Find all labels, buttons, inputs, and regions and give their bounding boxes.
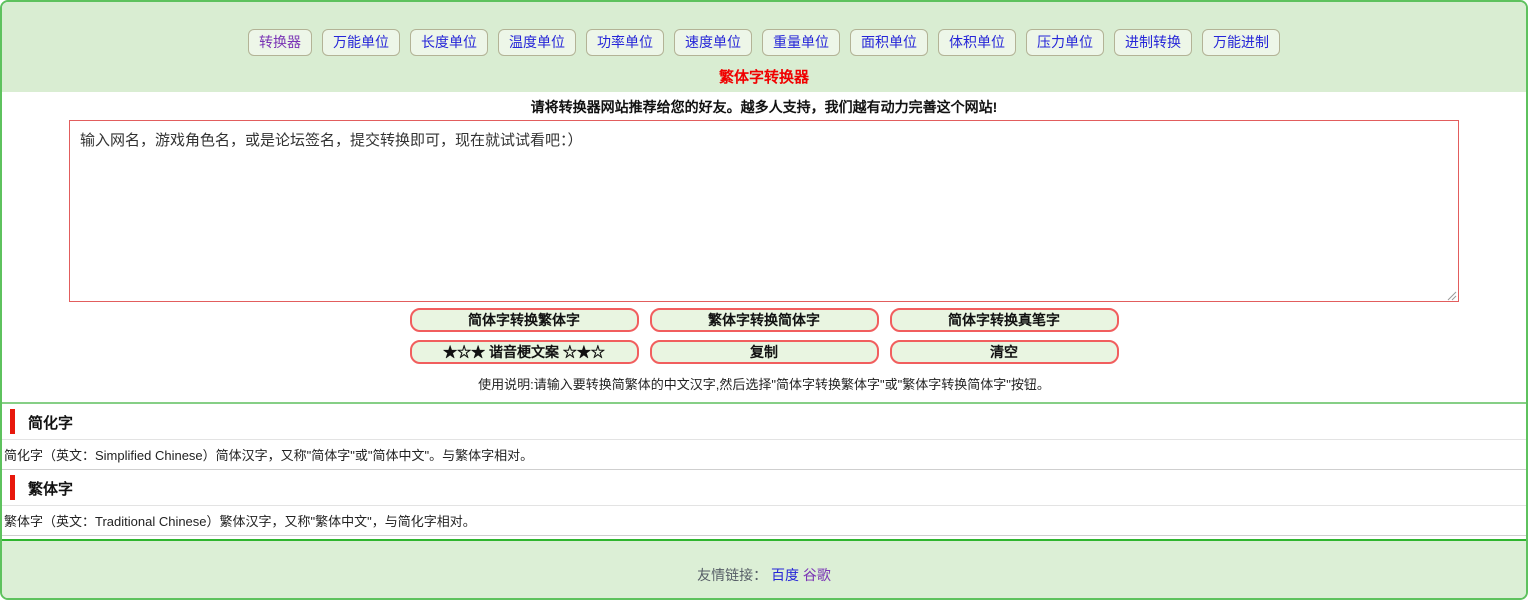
footer: 友情链接： 百度 谷歌 苏ICP备15040432号-4苏公网安备 321111… <box>2 539 1526 600</box>
page-container: 转换器 万能单位 长度单位 温度单位 功率单位 速度单位 重量单位 面积单位 体… <box>0 0 1528 600</box>
nav-item-area-unit[interactable]: 面积单位 <box>850 29 928 56</box>
link-baidu[interactable]: 百度 <box>771 567 799 583</box>
copy-button[interactable]: 复制 <box>650 340 879 364</box>
converter-input-area: 输入网名，游戏角色名，或是论坛签名，提交转换即可，现在就试试看吧：） <box>69 120 1459 302</box>
red-bar-icon <box>10 409 15 434</box>
recommend-subtitle: 请将转换器网站推荐给您的好友。越多人支持，我们越有动力完善这个网站! <box>2 97 1526 117</box>
button-row-2: ★☆★ 谐音梗文案 ☆★☆ 复制 清空 <box>2 340 1526 364</box>
homophone-meme-button[interactable]: ★☆★ 谐音梗文案 ☆★☆ <box>410 340 639 364</box>
convert-to-zhenbizi-button[interactable]: 简体字转换真笔字 <box>890 308 1119 332</box>
button-row-1: 简体字转换繁体字 繁体字转换简体字 简体字转换真笔字 <box>2 308 1526 332</box>
clear-button[interactable]: 清空 <box>890 340 1119 364</box>
info-sections: 简化字 简化字（英文：Simplified Chinese）简体汉字，又称"简体… <box>2 402 1526 536</box>
friend-links-label: 友情链接： <box>697 567 767 583</box>
page-title: 繁体字转换器 <box>2 66 1526 87</box>
nav-item-speed-unit[interactable]: 速度单位 <box>674 29 752 56</box>
nav-item-universal-unit[interactable]: 万能单位 <box>322 29 400 56</box>
nav-item-base-conversion[interactable]: 进制转换 <box>1114 29 1192 56</box>
resize-handle-icon[interactable] <box>1445 288 1457 300</box>
usage-instructions: 使用说明:请输入要转换简繁体的中文汉字,然后选择"简体字转换繁体字"或"繁体字转… <box>2 374 1526 393</box>
link-google[interactable]: 谷歌 <box>803 567 831 583</box>
action-buttons: 简体字转换繁体字 繁体字转换简体字 简体字转换真笔字 ★☆★ 谐音梗文案 ☆★☆… <box>2 308 1526 372</box>
nav-item-weight-unit[interactable]: 重量单位 <box>762 29 840 56</box>
nav-item-volume-unit[interactable]: 体积单位 <box>938 29 1016 56</box>
convert-to-simplified-button[interactable]: 繁体字转换简体字 <box>650 308 879 332</box>
nav-item-converter[interactable]: 转换器 <box>248 29 312 56</box>
friend-links: 友情链接： 百度 谷歌 <box>2 565 1526 585</box>
section-heading-label: 繁体字 <box>28 481 73 498</box>
nav-item-pressure-unit[interactable]: 压力单位 <box>1026 29 1104 56</box>
nav-item-temperature-unit[interactable]: 温度单位 <box>498 29 576 56</box>
nav-bar: 转换器 万能单位 长度单位 温度单位 功率单位 速度单位 重量单位 面积单位 体… <box>2 29 1526 56</box>
section-heading-traditional: 繁体字 <box>2 470 1526 506</box>
header: 转换器 万能单位 长度单位 温度单位 功率单位 速度单位 重量单位 面积单位 体… <box>2 2 1526 92</box>
nav-item-length-unit[interactable]: 长度单位 <box>410 29 488 56</box>
section-heading-label: 简化字 <box>28 415 73 432</box>
red-bar-icon <box>10 475 15 500</box>
nav-item-power-unit[interactable]: 功率单位 <box>586 29 664 56</box>
section-description-simplified: 简化字（英文：Simplified Chinese）简体汉字，又称"简体字"或"… <box>2 440 1526 470</box>
convert-to-traditional-button[interactable]: 简体字转换繁体字 <box>410 308 639 332</box>
section-description-traditional: 繁体字（英文：Traditional Chinese）繁体汉字，又称"繁体中文"… <box>2 506 1526 536</box>
nav-item-universal-base[interactable]: 万能进制 <box>1202 29 1280 56</box>
section-heading-simplified: 简化字 <box>2 404 1526 440</box>
converter-textarea[interactable]: 输入网名，游戏角色名，或是论坛签名，提交转换即可，现在就试试看吧：） <box>69 120 1459 302</box>
